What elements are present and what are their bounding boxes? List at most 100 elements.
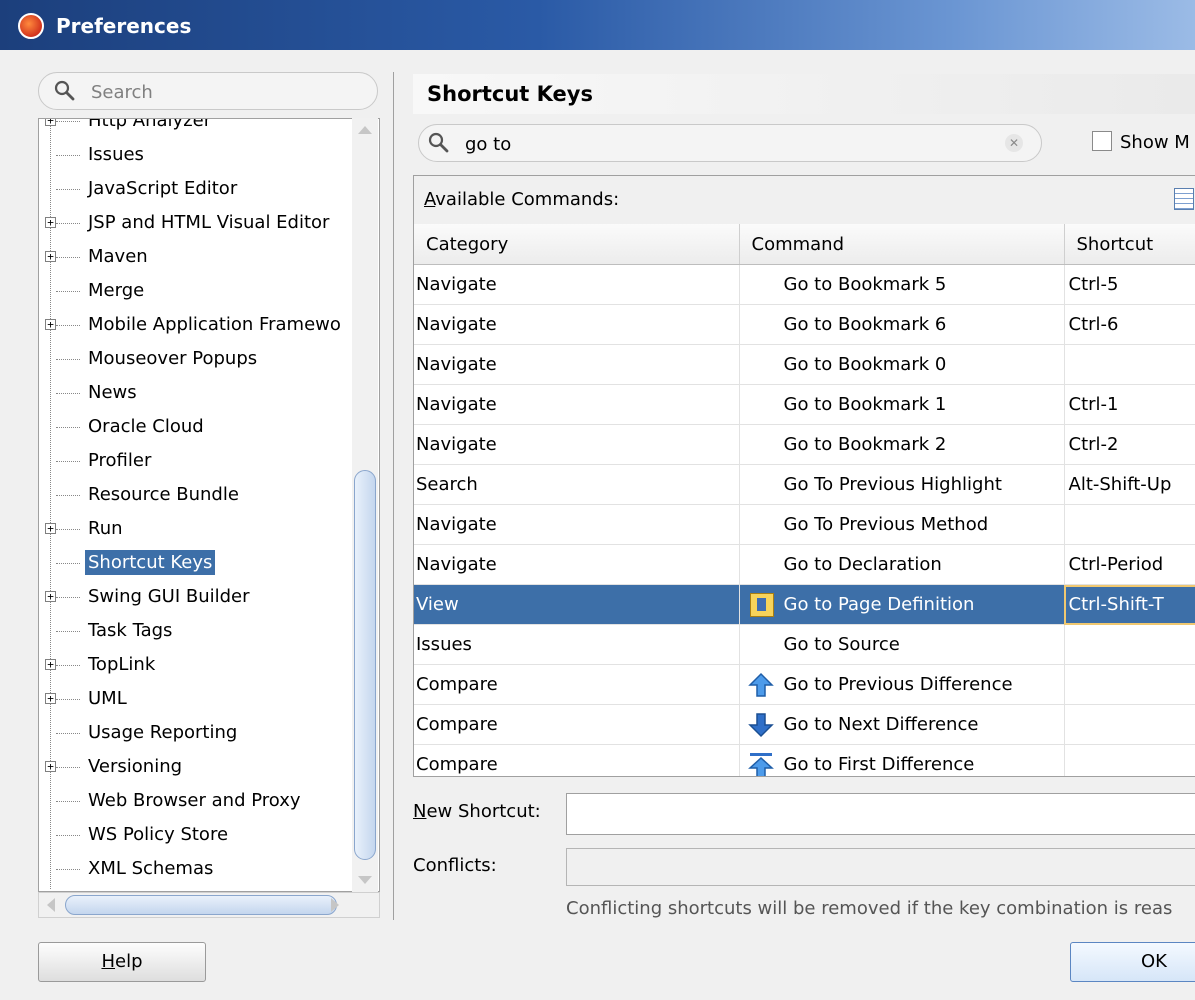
expand-icon[interactable]: + — [45, 251, 56, 262]
command-cell[interactable]: Go To Previous Highlight — [739, 464, 1065, 505]
tree-item[interactable]: Merge — [39, 275, 359, 309]
shortcut-cell[interactable]: Ctrl-5 — [1064, 264, 1195, 305]
column-header-shortcut[interactable]: Shortcut — [1064, 224, 1195, 265]
tree-item[interactable]: Resource Bundle — [39, 479, 359, 513]
shortcut-cell[interactable] — [1064, 624, 1195, 665]
command-cell[interactable]: Go to Next Difference — [739, 704, 1065, 745]
category-cell[interactable]: Compare — [414, 744, 740, 776]
shortcut-cell[interactable] — [1064, 344, 1195, 385]
tree-item[interactable]: + Maven — [39, 241, 359, 275]
preferences-search[interactable] — [38, 72, 378, 110]
tree-item[interactable]: Profiler — [39, 445, 359, 479]
expand-icon[interactable]: + — [45, 761, 56, 772]
table-row[interactable]: Navigate Go to Bookmark 6 Ctrl-6 — [414, 304, 1195, 345]
table-row[interactable]: Issues Go to Source — [414, 624, 1195, 665]
tree-item[interactable]: Shortcut Keys — [39, 547, 359, 581]
expand-icon[interactable]: + — [45, 659, 56, 670]
category-cell[interactable]: Navigate — [414, 424, 740, 465]
tree-item[interactable]: JavaScript Editor — [39, 173, 359, 207]
category-cell[interactable]: Compare — [414, 664, 740, 705]
tree-vertical-scrollbar[interactable] — [352, 118, 378, 892]
table-row[interactable]: Navigate Go to Bookmark 1 Ctrl-1 — [414, 384, 1195, 425]
category-cell[interactable]: Search — [414, 464, 740, 505]
table-row[interactable]: Search Go To Previous Highlight Alt-Shift-… — [414, 464, 1195, 505]
shortcut-cell[interactable] — [1064, 704, 1195, 745]
tree-item[interactable]: + TopLink — [39, 649, 359, 683]
tree-item[interactable]: + Run — [39, 513, 359, 547]
command-cell[interactable]: Go to Bookmark 2 — [739, 424, 1065, 465]
expand-icon[interactable]: + — [45, 693, 56, 704]
tree-item[interactable]: Usage Reporting — [39, 717, 359, 751]
tree-item[interactable]: + UML — [39, 683, 359, 717]
command-cell[interactable]: Go to Page Definition — [739, 584, 1065, 625]
clear-filter-icon[interactable]: ✕ — [1005, 134, 1023, 152]
shortcut-cell[interactable] — [1064, 664, 1195, 705]
tree-horizontal-scrollbar[interactable] — [38, 892, 380, 918]
command-cell[interactable]: Go to Bookmark 1 — [739, 384, 1065, 425]
expand-icon[interactable]: + — [45, 523, 56, 534]
tree-item[interactable]: WS Policy Store — [39, 819, 359, 853]
tree-item[interactable]: + Versioning — [39, 751, 359, 785]
preferences-tree[interactable]: + Http Analyzer Issues JavaScript Editor + JS… — [38, 118, 380, 892]
command-cell[interactable]: Go to Previous Difference — [739, 664, 1065, 705]
command-cell[interactable]: Go to First Difference — [739, 744, 1065, 776]
table-row[interactable]: Compare Go to Next Difference — [414, 704, 1195, 745]
preferences-search-input[interactable] — [89, 77, 363, 107]
tree-item[interactable]: Web Browser and Proxy — [39, 785, 359, 819]
scroll-thumb[interactable] — [354, 470, 376, 860]
tree-item[interactable]: Oracle Cloud — [39, 411, 359, 445]
tree-item[interactable]: + Swing GUI Builder — [39, 581, 359, 615]
scroll-thumb[interactable] — [65, 895, 337, 915]
tree-item[interactable]: Task Tags — [39, 615, 359, 649]
new-shortcut-input[interactable] — [566, 793, 1195, 835]
scroll-left-arrow-icon[interactable] — [47, 898, 55, 912]
category-cell[interactable]: Navigate — [414, 544, 740, 585]
column-header-command[interactable]: Command — [739, 224, 1065, 265]
tree-item[interactable]: + Mobile Application Framewo — [39, 309, 359, 343]
tree-item[interactable]: Mouseover Popups — [39, 343, 359, 377]
category-cell[interactable]: Navigate — [414, 384, 740, 425]
shortcut-cell[interactable]: Ctrl-Shift-T — [1064, 584, 1195, 625]
table-row[interactable]: Navigate Go to Bookmark 2 Ctrl-2 — [414, 424, 1195, 465]
shortcut-cell[interactable]: Ctrl-2 — [1064, 424, 1195, 465]
command-cell[interactable]: Go to Declaration — [739, 544, 1065, 585]
column-header-category[interactable]: Category — [414, 224, 740, 265]
tree-item[interactable]: News — [39, 377, 359, 411]
command-filter-input[interactable] — [463, 129, 987, 159]
table-row[interactable]: View Go to Page Definition Ctrl-Shift-T — [414, 584, 1195, 625]
scroll-down-arrow-icon[interactable] — [358, 876, 372, 884]
expand-icon[interactable]: + — [45, 591, 56, 602]
help-button[interactable]: Help — [38, 942, 206, 982]
table-row[interactable]: Navigate Go to Bookmark 0 — [414, 344, 1195, 385]
category-cell[interactable]: Issues — [414, 624, 740, 665]
category-cell[interactable]: Navigate — [414, 304, 740, 345]
scroll-up-arrow-icon[interactable] — [358, 126, 372, 134]
command-cell[interactable]: Go To Previous Method — [739, 504, 1065, 545]
shortcut-cell[interactable]: Ctrl-6 — [1064, 304, 1195, 345]
expand-icon[interactable]: + — [45, 119, 56, 126]
shortcut-cell[interactable] — [1064, 504, 1195, 545]
table-row[interactable]: Compare Go to Previous Difference — [414, 664, 1195, 705]
tree-item[interactable]: XML Schemas — [39, 853, 359, 887]
panel-splitter[interactable] — [393, 72, 394, 920]
checkbox-icon[interactable] — [1092, 131, 1112, 151]
shortcut-cell[interactable]: Alt-Shift-Up — [1064, 464, 1195, 505]
shortcut-cell[interactable]: Ctrl-Period — [1064, 544, 1195, 585]
shortcut-cell[interactable] — [1064, 744, 1195, 776]
scroll-right-arrow-icon[interactable] — [331, 898, 339, 912]
category-cell[interactable]: View — [414, 584, 740, 625]
expand-icon[interactable]: + — [45, 217, 56, 228]
command-cell[interactable]: Go to Bookmark 6 — [739, 304, 1065, 345]
table-row[interactable]: Compare Go to First Difference — [414, 744, 1195, 776]
category-cell[interactable]: Navigate — [414, 264, 740, 305]
command-cell[interactable]: Go to Bookmark 5 — [739, 264, 1065, 305]
command-filter[interactable]: ✕ — [418, 124, 1042, 162]
column-settings-icon[interactable] — [1174, 188, 1194, 210]
tree-item[interactable]: + Http Analyzer — [39, 119, 359, 139]
table-row[interactable]: Navigate Go to Bookmark 5 Ctrl-5 — [414, 264, 1195, 305]
category-cell[interactable]: Compare — [414, 704, 740, 745]
tree-item[interactable]: Issues — [39, 139, 359, 173]
ok-button[interactable]: OK — [1070, 942, 1195, 982]
category-cell[interactable]: Navigate — [414, 504, 740, 545]
show-checkbox[interactable]: Show M — [1092, 131, 1190, 153]
